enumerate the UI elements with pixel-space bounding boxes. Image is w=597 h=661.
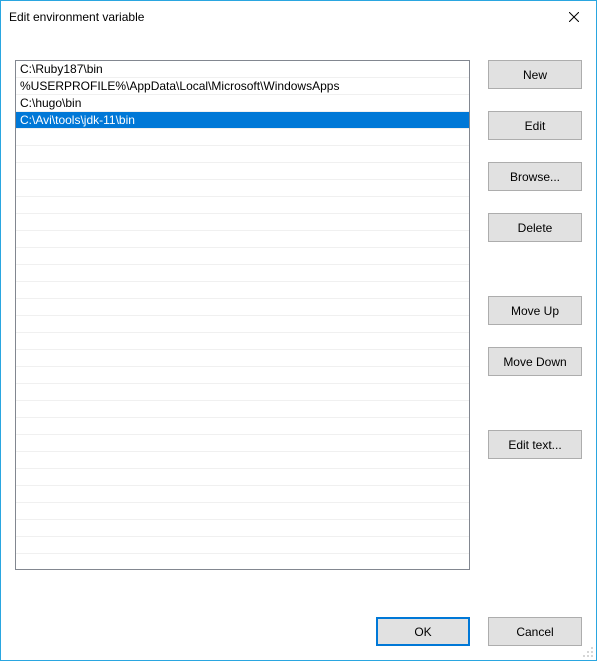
list-item[interactable] <box>16 248 469 265</box>
delete-button[interactable]: Delete <box>488 213 582 242</box>
list-item[interactable] <box>16 282 469 299</box>
list-item[interactable]: C:\Avi\tools\jdk-11\bin <box>16 112 469 129</box>
browse-button[interactable]: Browse... <box>488 162 582 191</box>
close-icon <box>569 12 579 22</box>
list-item[interactable] <box>16 231 469 248</box>
list-item[interactable] <box>16 452 469 469</box>
path-listbox[interactable]: C:\Ruby187\bin%USERPROFILE%\AppData\Loca… <box>15 60 470 570</box>
edit-text-button[interactable]: Edit text... <box>488 430 582 459</box>
list-item[interactable] <box>16 367 469 384</box>
new-button[interactable]: New <box>488 60 582 89</box>
list-item[interactable] <box>16 469 469 486</box>
list-item[interactable] <box>16 503 469 520</box>
list-item[interactable] <box>16 435 469 452</box>
list-item[interactable] <box>16 299 469 316</box>
list-item[interactable] <box>16 554 469 570</box>
list-item[interactable] <box>16 486 469 503</box>
titlebar: Edit environment variable <box>1 1 596 32</box>
list-item[interactable] <box>16 520 469 537</box>
edit-button[interactable]: Edit <box>488 111 582 140</box>
list-item[interactable] <box>16 197 469 214</box>
move-up-button[interactable]: Move Up <box>488 296 582 325</box>
list-item[interactable] <box>16 265 469 282</box>
list-item[interactable] <box>16 129 469 146</box>
list-item[interactable] <box>16 384 469 401</box>
list-item[interactable] <box>16 350 469 367</box>
list-item[interactable]: %USERPROFILE%\AppData\Local\Microsoft\Wi… <box>16 78 469 95</box>
list-item[interactable] <box>16 146 469 163</box>
list-item[interactable] <box>16 333 469 350</box>
resize-grip-icon[interactable] <box>580 644 594 658</box>
dialog-buttons: OK Cancel <box>15 595 582 646</box>
dialog-window: Edit environment variable C:\Ruby187\bin… <box>0 0 597 661</box>
dialog-content: C:\Ruby187\bin%USERPROFILE%\AppData\Loca… <box>1 32 596 660</box>
ok-button[interactable]: OK <box>376 617 470 646</box>
list-item[interactable]: C:\hugo\bin <box>16 95 469 112</box>
list-item[interactable] <box>16 537 469 554</box>
list-item[interactable] <box>16 401 469 418</box>
close-button[interactable] <box>551 2 596 31</box>
button-column: New Edit Browse... Delete Move Up Move D… <box>488 46 582 595</box>
cancel-button[interactable]: Cancel <box>488 617 582 646</box>
list-item[interactable] <box>16 418 469 435</box>
list-item[interactable] <box>16 316 469 333</box>
list-item[interactable] <box>16 214 469 231</box>
list-item[interactable] <box>16 180 469 197</box>
main-area: C:\Ruby187\bin%USERPROFILE%\AppData\Loca… <box>15 46 582 595</box>
list-item[interactable] <box>16 163 469 180</box>
window-title: Edit environment variable <box>9 10 144 24</box>
move-down-button[interactable]: Move Down <box>488 347 582 376</box>
list-item[interactable]: C:\Ruby187\bin <box>16 61 469 78</box>
